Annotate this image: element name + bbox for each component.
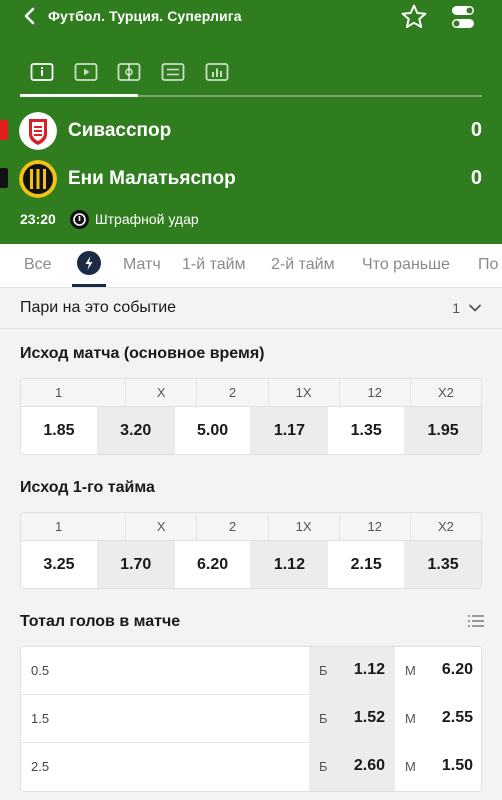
tab-second-half[interactable]: 2-й тайм: [271, 256, 335, 274]
odds-cell[interactable]: 5.00: [174, 407, 252, 454]
first-half-header: 1 X 2 1X 12 X2: [21, 513, 481, 541]
tab-all[interactable]: Все: [24, 256, 52, 274]
video-icon[interactable]: [68, 58, 104, 86]
under-odds: 2.55: [441, 709, 473, 726]
table-row: 2.5 Б 2.60 М 1.50: [21, 743, 481, 791]
column-header: X2: [437, 385, 454, 400]
over-label: Б: [319, 759, 328, 774]
over-odds-button[interactable]: Б 1.52: [309, 695, 395, 743]
first-half-grid: 1 X 2 1X 12 X2 3.25 1.70 6.20 1.12 2.15 …: [20, 512, 482, 589]
total-line: 0.5: [31, 663, 50, 678]
list-view-icon[interactable]: [468, 614, 484, 628]
field-icon[interactable]: [111, 58, 147, 86]
bets-on-event[interactable]: Пари на это событие 1: [0, 289, 502, 329]
under-odds-button[interactable]: М 1.50: [395, 743, 481, 791]
over-odds-button[interactable]: Б 2.60: [309, 743, 395, 791]
chevron-down-icon[interactable]: [468, 301, 482, 315]
event-text: Штрафной удар: [94, 211, 199, 227]
column-header: 1: [21, 379, 127, 406]
column-header: 12: [340, 379, 411, 406]
odds-cell[interactable]: 1.85: [21, 407, 98, 454]
free-kick-icon: [69, 209, 89, 229]
under-odds: 6.20: [441, 661, 473, 678]
odds-cell[interactable]: 1.35: [328, 407, 406, 454]
last-event: 23:20 Штрафной удар: [20, 208, 199, 230]
team-home-score: 0: [470, 119, 482, 141]
under-label: М: [405, 663, 416, 678]
lightning-icon[interactable]: [77, 251, 101, 275]
column-header: X: [126, 379, 198, 406]
over-odds: 1.52: [353, 709, 385, 726]
match-result-title: Исход матча (основное время): [20, 345, 265, 362]
tab-active-indicator: [72, 284, 106, 287]
first-half-odds: 3.25 1.70 6.20 1.12 2.15 1.35: [21, 541, 481, 588]
top-bar: Футбол. Турция. Суперлига: [0, 0, 502, 36]
yeni-malatyaspor-logo: [19, 160, 57, 198]
market-tabs: Все Матч 1-й тайм 2-й тайм Что раньше По: [0, 244, 502, 288]
table-row: 1.5 Б 1.52 М 2.55: [21, 695, 481, 743]
over-odds: 2.60: [353, 757, 385, 774]
team-home-name: Сивасспор: [68, 120, 172, 141]
page-title: Футбол. Турция. Суперлига: [48, 8, 242, 24]
tab-more[interactable]: По: [478, 256, 498, 274]
settings-toggle-icon[interactable]: [450, 4, 476, 30]
match-result-header: 1 X 2 1X 12 X2: [21, 379, 481, 407]
odds-cell[interactable]: 2.15: [328, 541, 406, 588]
media-tab-active-indicator: [20, 94, 138, 97]
over-label: Б: [319, 663, 328, 678]
team-away: Ени Малатьяспор 0: [0, 158, 502, 202]
match-result-grid: 1 X 2 1X 12 X2 1.85 3.20 5.00 1.17 1.35 …: [20, 378, 482, 455]
over-odds-button[interactable]: Б 1.12: [309, 647, 395, 695]
odds-cell[interactable]: 1.70: [97, 541, 175, 588]
match-header: Футбол. Турция. Суперлига Сивасспор 0 Ен…: [0, 0, 502, 244]
black-card-icon: [0, 168, 8, 188]
column-header: 1: [21, 513, 127, 540]
odds-cell[interactable]: 1.17: [251, 407, 329, 454]
match-result-odds: 1.85 3.20 5.00 1.17 1.35 1.95: [21, 407, 481, 454]
sivasspor-logo: [19, 112, 57, 150]
tab-match[interactable]: Матч: [123, 256, 161, 274]
first-half-title: Исход 1-го тайма: [20, 479, 155, 496]
column-header: 12: [340, 513, 411, 540]
column-header: 1X: [269, 513, 340, 540]
column-header: 2: [197, 513, 269, 540]
back-icon[interactable]: [22, 6, 40, 26]
event-time: 23:20: [20, 211, 56, 227]
tab-what-first[interactable]: Что раньше: [362, 256, 450, 274]
tab-first-half[interactable]: 1-й тайм: [182, 256, 246, 274]
total-line: 1.5: [31, 711, 50, 726]
stats-icon[interactable]: [199, 58, 235, 86]
bets-title: Пари на это событие: [20, 299, 177, 316]
info-icon[interactable]: [24, 58, 60, 86]
column-header: 1X: [269, 379, 340, 406]
odds-cell[interactable]: 1.12: [251, 541, 329, 588]
team-home: Сивасспор 0: [0, 110, 502, 154]
scoreboard-icon[interactable]: [155, 58, 191, 86]
star-icon[interactable]: [400, 3, 428, 31]
column-header: X2: [437, 519, 454, 534]
media-tabs: [20, 58, 482, 97]
column-header: X: [126, 513, 198, 540]
odds-cell[interactable]: 3.20: [97, 407, 175, 454]
total-goals-table: 0.5 Б 1.12 М 6.20 1.5 Б 1.52 М 2.55 2.5 …: [20, 646, 482, 792]
over-odds: 1.12: [353, 661, 385, 678]
bets-count: 1: [452, 300, 460, 316]
column-header: 2: [197, 379, 269, 406]
red-card-icon: [0, 120, 8, 140]
odds-cell[interactable]: 6.20: [174, 541, 252, 588]
total-goals-title: Тотал голов в матче: [20, 613, 181, 630]
under-odds: 1.50: [441, 757, 473, 774]
odds-cell[interactable]: 1.35: [405, 541, 481, 588]
total-line: 2.5: [31, 759, 50, 774]
odds-cell[interactable]: 1.95: [405, 407, 481, 454]
table-row: 0.5 Б 1.12 М 6.20: [21, 647, 481, 695]
under-label: М: [405, 711, 416, 726]
team-away-name: Ени Малатьяспор: [68, 168, 236, 189]
under-label: М: [405, 759, 416, 774]
team-away-score: 0: [470, 167, 482, 189]
under-odds-button[interactable]: М 6.20: [395, 647, 481, 695]
under-odds-button[interactable]: М 2.55: [395, 695, 481, 743]
odds-cell[interactable]: 3.25: [21, 541, 98, 588]
over-label: Б: [319, 711, 328, 726]
